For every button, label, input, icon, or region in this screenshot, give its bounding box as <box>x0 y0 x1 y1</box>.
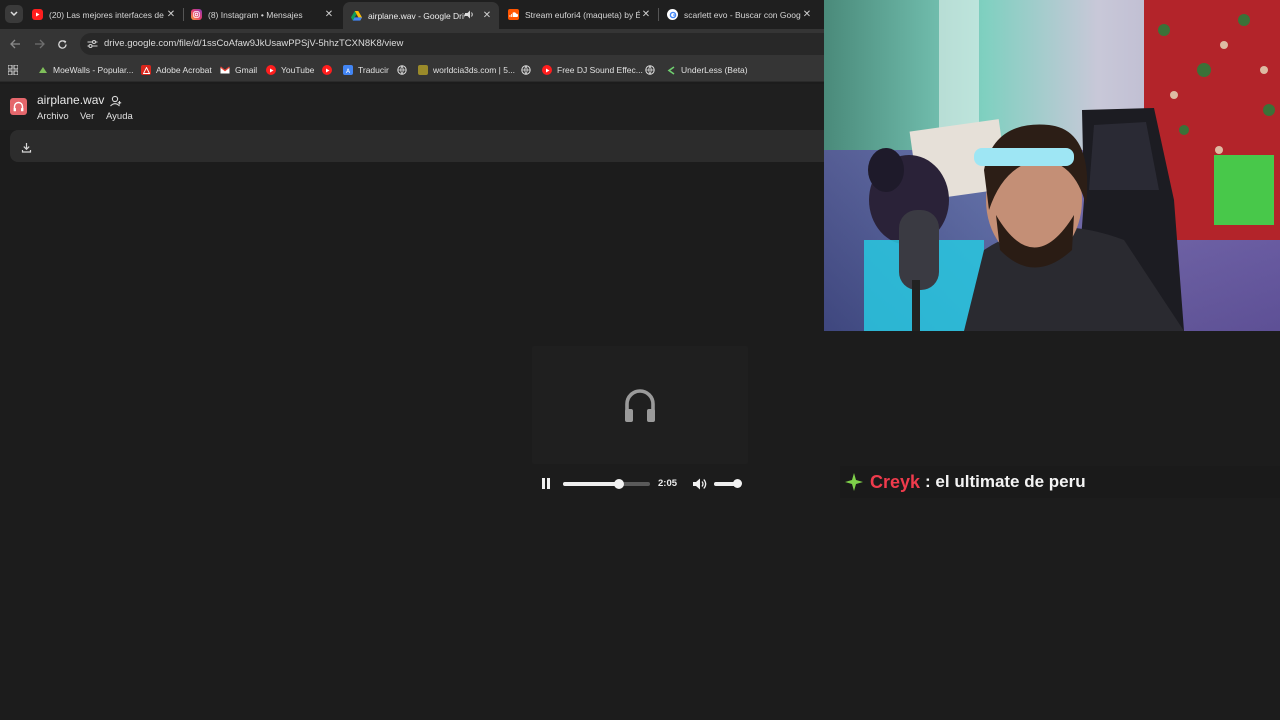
reload-button[interactable] <box>55 37 69 51</box>
chat-text: : el ultimate de peru <box>925 472 1086 491</box>
arrow-left-icon <box>9 39 20 49</box>
bookmark-free-dj-sound[interactable]: Free DJ Sound Effec... <box>542 64 643 76</box>
chat-username: Creyk <box>870 471 921 492</box>
close-tab-icon[interactable]: ✕ <box>165 9 177 20</box>
audio-file-icon <box>10 98 27 115</box>
bookmark-label: MoeWalls - Popular... <box>53 65 134 75</box>
tab-title: Stream eufori4 (maqueta) by Éu <box>525 9 640 20</box>
bookmark-youtube-2[interactable] <box>322 64 337 76</box>
translate-icon: A <box>343 65 353 75</box>
bookmark-gmail[interactable]: Gmail <box>220 64 257 76</box>
back-button[interactable] <box>8 37 22 51</box>
viewer-action-bar <box>10 130 824 162</box>
tab-youtube[interactable]: (20) Las mejores interfaces de a ✕ <box>24 3 183 26</box>
instagram-icon <box>191 9 202 20</box>
headphones-icon <box>623 388 657 429</box>
worldcia-icon <box>418 65 428 75</box>
globe-icon <box>521 65 531 75</box>
bookmark-label: Free DJ Sound Effec... <box>557 65 643 75</box>
file-title: airplane.wav <box>37 93 105 107</box>
google-icon <box>667 9 678 20</box>
bookmark-moewalls[interactable]: MoeWalls - Popular... <box>38 64 133 76</box>
youtube-icon <box>542 65 552 75</box>
tab-title: scarlett evo - Buscar con Googl <box>684 9 801 20</box>
moewalls-icon <box>38 65 48 75</box>
menu-archivo[interactable]: Archivo <box>37 111 69 122</box>
pause-button[interactable] <box>540 477 552 495</box>
add-person-icon <box>110 95 122 107</box>
forward-button[interactable] <box>32 37 46 51</box>
viewer-header <box>0 84 824 130</box>
tab-title: airplane.wav - Google Drive <box>368 10 465 21</box>
seek-handle[interactable] <box>613 479 624 489</box>
seek-progress <box>563 482 619 486</box>
tab-google-search[interactable]: scarlett evo - Buscar con Googl ✕ <box>659 3 819 26</box>
tab-title: (8) Instagram • Mensajes <box>208 9 303 20</box>
youtube-icon <box>32 9 43 20</box>
bookmark-label: YouTube <box>281 65 315 75</box>
close-tab-icon[interactable]: ✕ <box>640 9 652 20</box>
close-tab-icon[interactable]: ✕ <box>323 9 335 20</box>
pause-icon <box>542 478 550 489</box>
tune-icon <box>87 39 97 49</box>
youtube-icon <box>266 65 276 75</box>
bookmark-globe-2[interactable] <box>521 64 536 76</box>
playback-time: 2:05 <box>658 478 678 489</box>
youtube-icon <box>322 65 332 75</box>
bookmark-youtube[interactable]: YouTube <box>266 64 314 76</box>
chat-message: Creyk : el ultimate de peru <box>840 466 1280 498</box>
bookmark-label: worldcia3ds.com | 5... <box>433 65 516 75</box>
tab-soundcloud[interactable]: Stream eufori4 (maqueta) by Éu ✕ <box>500 3 658 26</box>
bookmark-globe-3[interactable] <box>645 64 660 76</box>
globe-icon <box>397 65 407 75</box>
bookmark-label: Traducir <box>358 65 389 75</box>
apps-grid-icon <box>8 65 18 75</box>
menu-ver[interactable]: Ver <box>80 111 94 122</box>
bookmark-label: Gmail <box>235 65 258 75</box>
url-text[interactable]: drive.google.com/file/d/1ssCoAfaw9JkUsaw… <box>104 38 403 49</box>
arrow-right-icon <box>34 39 45 49</box>
tab-title: (20) Las mejores interfaces de a <box>49 9 165 20</box>
bookmark-label: Adobe Acrobat <box>156 65 212 75</box>
download-icon <box>21 143 32 153</box>
acrobat-icon <box>141 65 151 75</box>
volume-handle[interactable] <box>732 479 742 488</box>
bookmark-label: UnderLess (Beta) <box>681 65 748 75</box>
close-tab-icon[interactable]: ✕ <box>801 9 813 20</box>
bookmark-underless[interactable]: UnderLess (Beta) <box>666 64 748 76</box>
site-info-button[interactable] <box>85 37 99 51</box>
tab-instagram[interactable]: (8) Instagram • Mensajes ✕ <box>183 3 341 26</box>
bookmark-traducir[interactable]: A Traducir <box>343 64 389 76</box>
speaker-icon[interactable] <box>465 10 477 21</box>
bookmark-globe[interactable] <box>397 64 412 76</box>
tab-list-button[interactable] <box>5 5 23 23</box>
svg-text:A: A <box>346 68 351 74</box>
download-button[interactable] <box>21 140 32 158</box>
mute-button[interactable] <box>692 477 708 496</box>
share-button[interactable] <box>109 94 122 112</box>
webcam-feed <box>824 0 1280 331</box>
soundcloud-icon <box>508 9 519 20</box>
globe-icon <box>645 65 655 75</box>
tab-google-drive[interactable]: airplane.wav - Google Drive ✕ <box>343 2 499 29</box>
volume-icon <box>693 478 707 490</box>
gmail-icon <box>220 65 230 75</box>
apps-button[interactable] <box>6 63 20 77</box>
sparkle-icon <box>845 473 863 496</box>
reload-icon <box>57 39 67 49</box>
bookmark-adobe-acrobat[interactable]: Adobe Acrobat <box>141 64 212 76</box>
menu-ayuda[interactable]: Ayuda <box>106 111 133 122</box>
bookmark-worldcia3ds[interactable]: worldcia3ds.com | 5... <box>418 64 515 76</box>
chevron-down-icon <box>10 11 18 17</box>
underless-icon <box>666 65 676 75</box>
close-tab-icon[interactable]: ✕ <box>481 10 493 21</box>
google-drive-icon <box>351 10 362 21</box>
